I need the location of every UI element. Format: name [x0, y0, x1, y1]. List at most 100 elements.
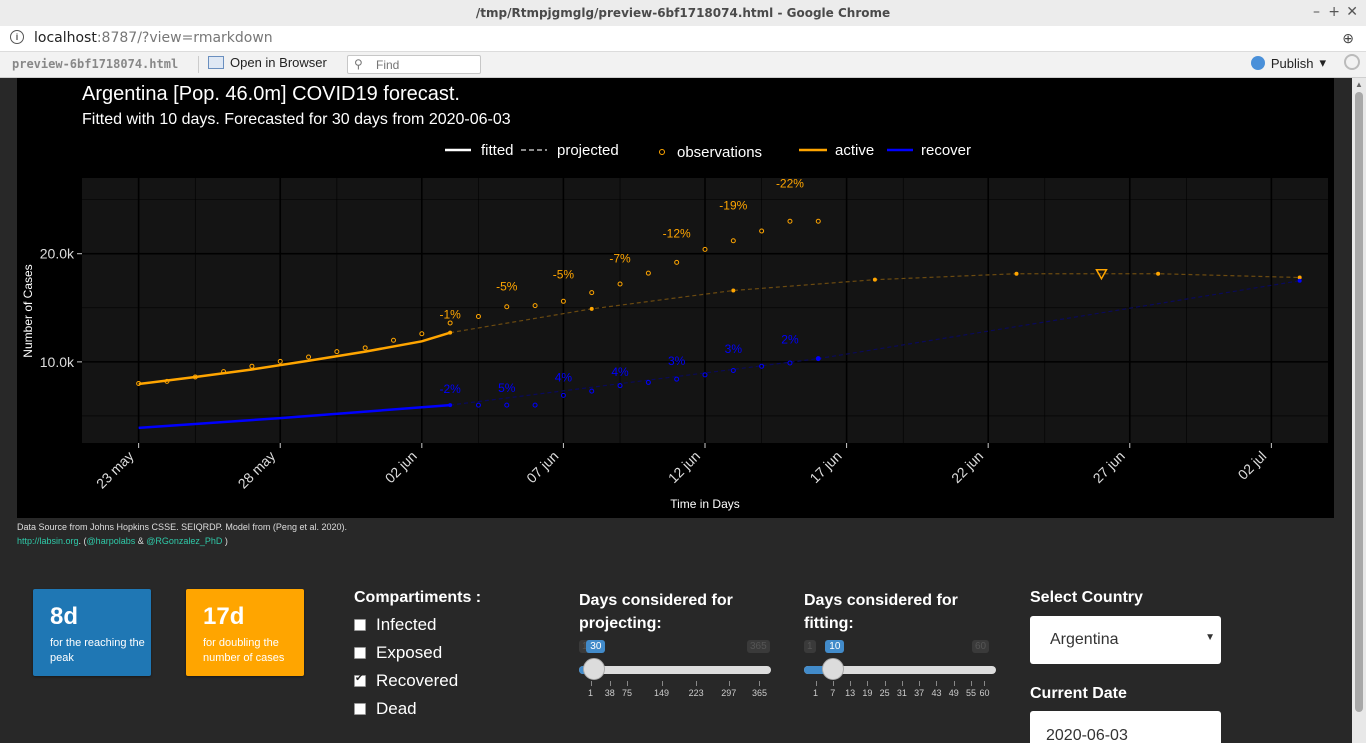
maximize-icon[interactable]: + — [1328, 4, 1340, 20]
url-rest: :8787/?view=rmarkdown — [96, 30, 273, 46]
slider-max-label: 365 — [747, 640, 770, 653]
slider-tick — [832, 681, 834, 686]
harpolabs-link[interactable]: @harpolabs — [87, 536, 136, 546]
recovered-checkbox[interactable] — [354, 673, 366, 687]
peak-days-value: 8d — [50, 603, 79, 630]
slider-tick — [971, 681, 973, 686]
legend-label-observations: observations — [677, 144, 762, 161]
slider-tick — [919, 681, 921, 686]
peak-days-label: for the reaching the peak — [50, 637, 145, 664]
chart-legend: fitted projected observations active recover — [445, 142, 971, 161]
publish-button[interactable]: Publish ▾ — [1250, 55, 1326, 71]
fitting-slider-group: Days considered for fitting: 1 60 10 1 7 13 19… — [804, 589, 996, 698]
url-text[interactable]: localhost:8787/?view=rmarkdown — [34, 30, 273, 46]
x-tick-label: 23 may — [93, 448, 137, 492]
scroll-up-icon[interactable]: ▲ — [1355, 80, 1363, 89]
percent-annotation: 4% — [555, 370, 573, 384]
slider-tick-label: 365 — [751, 688, 767, 698]
x-axis-label: Time in Days — [670, 497, 740, 511]
page-scrollbar[interactable]: ▲ — [1352, 78, 1366, 743]
scrollbar-thumb[interactable] — [1355, 92, 1363, 712]
percent-annotation: 5% — [498, 381, 516, 395]
compartment-label: Dead — [376, 699, 417, 718]
page-content: Argentina [Pop. 46.0m] COVID19 forecast.… — [0, 78, 1352, 743]
chevron-down-icon: ▼ — [1205, 632, 1215, 643]
info-icon[interactable]: i — [10, 30, 24, 44]
country-select[interactable]: Argentina ▼ — [1030, 616, 1221, 664]
close-icon[interactable]: ✕ — [1346, 4, 1358, 20]
legend-label-fitted: fitted — [481, 142, 514, 159]
rgonzalez-link[interactable]: @RGonzalez_PhD — [146, 536, 222, 546]
slider-tick — [696, 681, 698, 686]
slider-tick-label: 60 — [979, 688, 990, 698]
slider-tick-label: 297 — [721, 688, 737, 698]
compartment-label: Recovered — [376, 671, 459, 690]
slider-tick-label: 37 — [914, 688, 925, 698]
slider-max-label: 60 — [972, 640, 990, 653]
slider-tick-label: 1 — [588, 688, 594, 698]
chart-title: Argentina [Pop. 46.0m] COVID19 forecast. — [82, 83, 460, 105]
forecast-chart: Argentina [Pop. 46.0m] COVID19 forecast.… — [17, 78, 1334, 518]
slider-handle[interactable] — [583, 658, 606, 680]
recover-projected-point — [448, 403, 453, 408]
slider-tick-label: 7 — [830, 688, 836, 698]
x-tick-label: 02 jun — [382, 448, 420, 486]
percent-annotation: 4% — [611, 365, 629, 379]
chart-svg: Argentina [Pop. 46.0m] COVID19 forecast.… — [21, 83, 1328, 511]
address-bar[interactable]: i localhost:8787/?view=rmarkdown ⊕ — [0, 26, 1366, 52]
doubling-value-box: 17d for doubling the number of cases — [186, 589, 304, 676]
x-tick-label: 12 jun — [665, 448, 703, 486]
country-value: Argentina — [1050, 631, 1119, 648]
slider-tick — [590, 681, 592, 686]
percent-annotation: -19% — [719, 198, 747, 212]
slider-handle[interactable] — [822, 658, 845, 680]
percent-annotation: -2% — [439, 382, 461, 396]
x-tick-label: 28 may — [235, 448, 279, 492]
dead-checkbox[interactable] — [354, 703, 366, 715]
minimize-icon[interactable]: – — [1313, 4, 1320, 20]
infected-checkbox[interactable] — [354, 619, 366, 631]
slider-value-badge: 10 — [825, 640, 845, 653]
compartment-recovered[interactable]: Recovered — [354, 671, 481, 691]
x-tick-label: 02 jul — [1235, 448, 1270, 483]
slider-tick — [728, 681, 730, 686]
caption-text: & — [135, 536, 147, 546]
slider-tick — [984, 681, 986, 686]
compartment-dead[interactable]: Dead — [354, 699, 481, 719]
find-input[interactable] — [374, 57, 478, 73]
open-in-browser-button[interactable]: Open in Browser — [208, 55, 327, 70]
slider-tick-label: 31 — [896, 688, 907, 698]
slider-tick-label: 19 — [862, 688, 873, 698]
current-date-input[interactable]: 2020-06-03 — [1030, 711, 1221, 743]
y-tick-label: 10.0k — [40, 354, 75, 370]
exposed-checkbox[interactable] — [354, 647, 366, 659]
active-projected-point — [589, 306, 594, 311]
compartment-infected[interactable]: Infected — [354, 615, 481, 635]
x-tick-label: 07 jun — [523, 448, 561, 486]
viewer-filename: preview-6bf1718074.html — [12, 57, 179, 71]
country-group: Select Country Argentina ▼ Current Date 2… — [1030, 589, 1221, 743]
slider-tick — [627, 681, 628, 686]
current-date-label: Current Date — [1030, 685, 1127, 702]
current-date-value: 2020-06-03 — [1046, 727, 1128, 743]
fitting-slider-label: Days considered for fitting: — [804, 592, 958, 632]
slider-tick-label: 1 — [813, 688, 819, 698]
x-tick-label: 17 jun — [806, 448, 844, 486]
active-projected-point — [731, 288, 736, 293]
slider-tick-label: 25 — [879, 688, 890, 698]
percent-annotation: 3% — [668, 354, 686, 368]
compartment-exposed[interactable]: Exposed — [354, 643, 481, 663]
zoom-icon[interactable]: ⊕ — [1342, 30, 1354, 47]
find-box[interactable]: ⚲ — [347, 55, 481, 74]
publish-icon — [1250, 56, 1265, 70]
percent-annotation: -22% — [776, 177, 804, 191]
slider-tick — [850, 681, 852, 686]
refresh-icon[interactable] — [1344, 54, 1360, 70]
compartments-group: Compartiments : Infected Exposed Recover… — [354, 589, 481, 719]
slider-track[interactable] — [579, 666, 771, 674]
legend-label-recover: recover — [921, 142, 971, 159]
percent-annotation: -1% — [439, 308, 461, 322]
labsin-link[interactable]: http://labsin.org — [17, 536, 79, 546]
slider-tick-label: 149 — [654, 688, 670, 698]
caption-text: . ( — [78, 536, 87, 546]
